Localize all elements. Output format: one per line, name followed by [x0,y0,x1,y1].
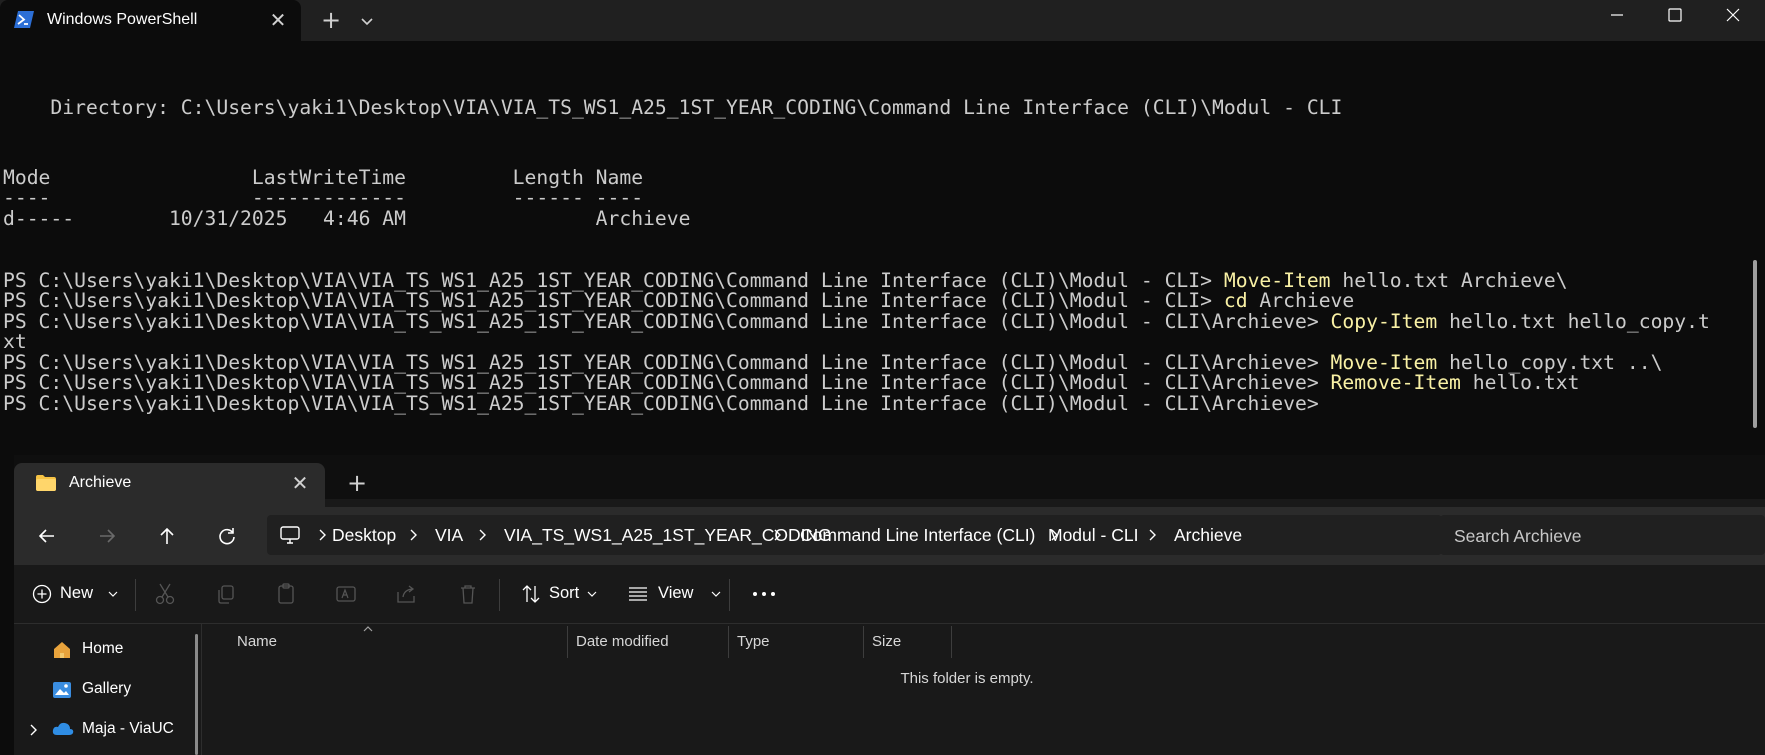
file-list[interactable]: Name Date modified Type Size This folder… [202,624,1765,755]
listing-underline: ---- ------------- ------ ---- [3,186,644,209]
view-label: View [658,584,694,602]
sort-label: Sort [549,584,580,602]
sidebar-item-label: Home [82,640,124,657]
chevron-right-icon[interactable] [28,724,38,736]
view-button[interactable]: View [627,578,721,610]
sidebar-item-home[interactable]: Home [14,632,189,668]
close-icon[interactable] [1704,0,1762,32]
toolbar-divider [729,579,730,611]
column-header-label: Date modified [576,633,669,650]
more-options-icon[interactable] [749,578,779,610]
breadcrumb-item[interactable]: VIA_TS_WS1_A25_1ST_YEAR_CODING [504,525,832,546]
command-bar: New Sort View [14,565,1765,624]
minimize-icon[interactable] [1588,0,1646,32]
search-input[interactable] [1452,523,1756,549]
sidebar-item-gallery[interactable]: Gallery [14,672,189,708]
chevron-right-icon[interactable] [772,529,782,541]
chevron-down-icon [711,591,721,597]
chevron-right-icon[interactable] [477,529,487,541]
chevron-right-icon[interactable] [408,529,418,541]
command-line: xt [3,330,27,353]
terminal-scrollbar[interactable] [1753,260,1757,428]
command-line: PS C:\Users\yaki1\Desktop\VIA\VIA_TS_WS1… [3,310,1710,333]
column-header-label: Type [737,633,770,650]
view-icon [629,587,647,601]
this-pc-icon[interactable] [279,525,301,545]
column-header-date-modified[interactable]: Date modified [568,624,728,658]
new-label: New [60,584,94,602]
plus-icon[interactable]: + [318,8,344,34]
plus-circle-icon [32,584,52,604]
back-arrow-icon[interactable] [30,519,64,553]
terminal-tab[interactable]: Windows PowerShell ✕ [0,0,301,41]
breadcrumb-item[interactable]: Modul - CLI [1048,525,1138,546]
column-divider[interactable] [951,626,952,658]
chevron-right-icon[interactable] [1147,529,1157,541]
navigation-pane: Home Gallery Maja - ViaUC [14,624,202,755]
chevron-down-icon [108,591,118,597]
column-header-name[interactable]: Name [229,624,506,658]
breadcrumb-item[interactable]: Archieve [1174,525,1242,546]
explorer-tab-title: Archieve [69,474,132,491]
cloud-icon [52,722,74,735]
listing-row: d----- 10/31/2025 4:46 AM Archieve [3,207,691,230]
sort-button[interactable]: Sort [520,578,600,610]
home-icon [54,642,70,658]
powershell-window: Windows PowerShell ✕ + Directory: C:\Use… [0,0,1765,455]
file-explorer-window: Archieve ✕ + Desktop VIA VIA_TS_WS1_A25_… [14,455,1765,755]
navigation-bar: Desktop VIA VIA_TS_WS1_A25_1ST_YEAR_CODI… [14,507,1765,565]
paste-icon[interactable] [274,578,298,610]
copy-icon[interactable] [214,578,238,610]
plus-icon[interactable]: + [344,471,370,497]
column-header-type[interactable]: Type [729,624,863,658]
command-line: PS C:\Users\yaki1\Desktop\VIA\VIA_TS_WS1… [3,392,1319,415]
gallery-icon [53,682,71,698]
terminal-tab-title: Windows PowerShell [47,11,198,28]
maximize-icon[interactable] [1646,0,1704,32]
refresh-icon[interactable] [210,519,244,553]
forward-arrow-icon[interactable] [90,519,124,553]
search-box[interactable] [1440,515,1765,555]
folder-icon [36,475,56,491]
chevron-down-icon [587,591,597,597]
new-button[interactable]: New [32,578,132,610]
empty-folder-message: This folder is empty. [900,670,1034,687]
toolbar-divider [499,579,500,611]
terminal-tab-bar: Windows PowerShell ✕ + [0,0,1765,41]
breadcrumb-item[interactable]: Desktop [332,525,396,546]
close-icon[interactable]: ✕ [290,473,310,493]
close-icon[interactable]: ✕ [266,8,290,32]
toolbar-divider [135,579,136,611]
sidebar-item-label: Maja - ViaUC [82,720,174,737]
up-arrow-icon[interactable] [150,519,184,553]
rename-icon[interactable] [334,578,358,610]
breadcrumb-item[interactable]: Command Line Interface (CLI) [800,525,1035,546]
cut-icon[interactable] [153,578,177,610]
address-bar[interactable]: Desktop VIA VIA_TS_WS1_A25_1ST_YEAR_CODI… [267,515,1442,555]
command-line: PS C:\Users\yaki1\Desktop\VIA\VIA_TS_WS1… [3,289,1355,312]
powershell-icon [14,11,34,28]
sidebar-item-label: Gallery [82,680,132,697]
command-line: PS C:\Users\yaki1\Desktop\VIA\VIA_TS_WS1… [3,371,1580,394]
column-header-label: Size [872,633,902,650]
chevron-down-icon[interactable] [356,8,378,34]
terminal-output[interactable]: Directory: C:\Users\yaki1\Desktop\VIA\VI… [0,41,1752,455]
sort-icon [522,585,540,603]
explorer-tab[interactable]: Archieve ✕ [14,463,325,507]
explorer-tab-bar: Archieve ✕ + [14,455,1765,507]
delete-icon[interactable] [456,578,480,610]
sidebar-item-onedrive[interactable]: Maja - ViaUC [14,712,189,748]
column-header-label: Name [237,633,278,650]
sidebar-scrollbar[interactable] [195,634,198,755]
chevron-right-icon[interactable] [317,529,327,541]
column-header-size[interactable]: Size [864,624,951,658]
breadcrumb-item[interactable]: VIA [435,525,463,546]
share-icon[interactable] [394,578,418,610]
directory-line: Directory: C:\Users\yaki1\Desktop\VIA\VI… [3,96,1343,119]
